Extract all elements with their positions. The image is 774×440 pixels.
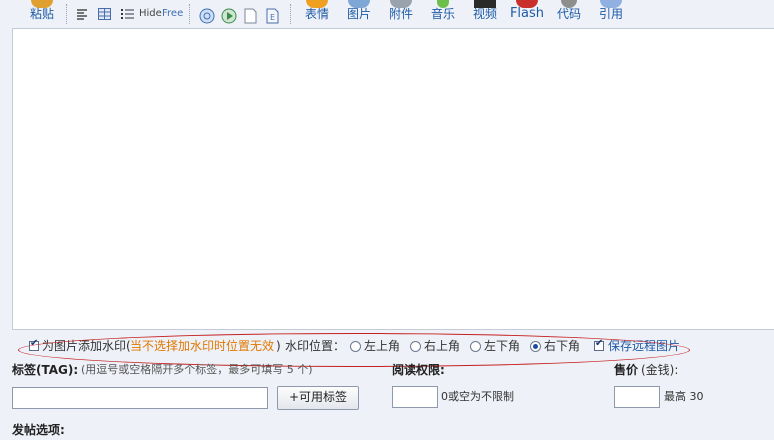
attachment-button[interactable]: 附件 bbox=[384, 0, 418, 28]
align-icon[interactable] bbox=[76, 8, 88, 24]
emoticon-button[interactable]: 表情 bbox=[300, 0, 334, 28]
available-tags-button[interactable]: +可用标签 bbox=[277, 386, 359, 410]
position-radio-top-left[interactable] bbox=[350, 341, 361, 352]
document-icon[interactable]: E bbox=[266, 8, 280, 24]
toolbar-separator bbox=[189, 4, 190, 24]
save-remote-images-label[interactable]: 保存远程图片 bbox=[608, 339, 680, 353]
tags-label: 标签(TAG): bbox=[12, 363, 79, 377]
editor-toolbar: 粘贴 Hide Free E 表情 图片 附件 音乐 视频 Flash 代码 引… bbox=[0, 0, 774, 30]
read-permission-input[interactable] bbox=[392, 386, 438, 408]
watermark-position-label: 水印位置： bbox=[285, 339, 346, 353]
quote-button[interactable]: 引用 bbox=[594, 0, 628, 28]
code-button[interactable]: 代码 bbox=[552, 0, 586, 28]
play-media-icon[interactable] bbox=[221, 8, 237, 24]
paste-button[interactable]: 粘贴 bbox=[28, 0, 56, 28]
add-watermark-label: 为图片添加水印( bbox=[42, 339, 131, 353]
table-icon[interactable] bbox=[98, 8, 112, 24]
watermark-note: 当不选择加水印时位置无效 bbox=[130, 339, 275, 353]
position-label-top-left: 左上角 bbox=[364, 339, 401, 353]
position-label-bottom-left: 左下角 bbox=[484, 339, 521, 353]
insert-link-icon[interactable] bbox=[199, 8, 215, 24]
hide-button[interactable]: Hide bbox=[139, 8, 162, 24]
read-permission-label: 阅读权限: bbox=[392, 363, 445, 377]
position-radio-bottom-left[interactable] bbox=[470, 341, 481, 352]
free-button[interactable]: Free bbox=[162, 8, 183, 24]
toolbar-separator bbox=[66, 4, 67, 24]
toolbar-separator bbox=[290, 4, 291, 24]
price-max-hint: 最高 30 bbox=[664, 390, 704, 403]
read-permission-hint: 0或空为不限制 bbox=[441, 390, 514, 403]
close-paren: ) bbox=[276, 339, 281, 353]
price-label: 售价 bbox=[614, 363, 639, 377]
price-unit: (金钱): bbox=[641, 363, 679, 377]
image-button[interactable]: 图片 bbox=[342, 0, 376, 28]
position-radio-bottom-right[interactable] bbox=[530, 341, 541, 352]
video-button[interactable]: 视频 bbox=[468, 0, 502, 28]
position-label-bottom-right: 右下角 bbox=[544, 339, 581, 353]
page-icon[interactable] bbox=[244, 8, 258, 24]
tags-input[interactable] bbox=[12, 387, 268, 409]
svg-text:E: E bbox=[270, 13, 275, 22]
flash-button[interactable]: Flash bbox=[508, 0, 546, 28]
add-watermark-checkbox[interactable] bbox=[29, 338, 39, 351]
music-button[interactable]: 音乐 bbox=[426, 0, 460, 28]
position-label-top-right: 右上角 bbox=[424, 339, 461, 353]
position-radio-top-right[interactable] bbox=[410, 341, 421, 352]
post-options-label: 发帖选项: bbox=[12, 423, 65, 437]
tags-hint: (用逗号或空格隔开多个标签，最多可填写 5 个) bbox=[81, 363, 313, 376]
save-remote-images-checkbox[interactable] bbox=[594, 338, 604, 351]
list-icon[interactable] bbox=[121, 8, 135, 24]
price-input[interactable] bbox=[614, 386, 660, 408]
editor-textarea[interactable] bbox=[12, 28, 774, 330]
